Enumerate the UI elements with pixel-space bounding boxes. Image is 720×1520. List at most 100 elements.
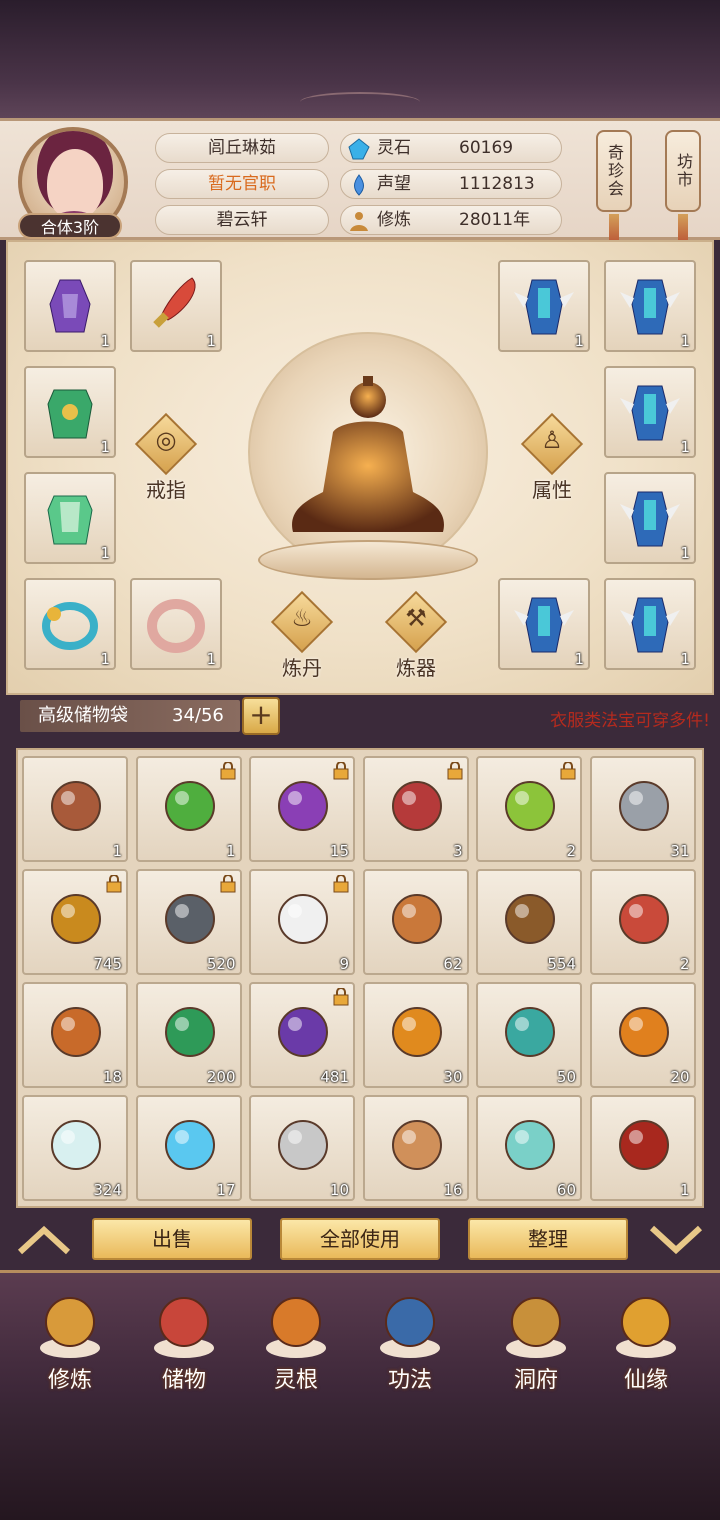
- gold-ring-icon: [42, 602, 98, 650]
- equip-slot-robe[interactable]: 1: [604, 472, 696, 564]
- forge-button[interactable]: ⚒: [384, 590, 448, 654]
- inventory-slot[interactable]: 20: [589, 982, 696, 1088]
- equip-slot-ring[interactable]: 1: [24, 578, 116, 670]
- inventory-grid: 1 1 15 3 2 31 745 520 9 62 554 2 18 200 481 30 50 20 324 17…: [16, 748, 704, 1208]
- inventory-slot[interactable]: 324: [22, 1095, 128, 1201]
- expand-storage-button[interactable]: +: [242, 697, 280, 735]
- storage-title: 高级储物袋: [38, 705, 128, 726]
- item-count: 1: [680, 438, 690, 456]
- white-vase-icon: [51, 1120, 101, 1170]
- nav-item[interactable]: 修炼: [20, 1290, 120, 1400]
- orange-gourd-icon: [618, 1007, 669, 1057]
- equip-slot-robe[interactable]: 1: [24, 260, 116, 352]
- inventory-slot[interactable]: 745: [22, 869, 128, 975]
- item-count: 2: [679, 955, 690, 973]
- equip-slot-robe[interactable]: 1: [498, 260, 590, 352]
- attribute-button[interactable]: ♙: [520, 412, 584, 476]
- item-count: 17: [216, 1181, 236, 1199]
- inventory-slot[interactable]: 2: [589, 869, 696, 975]
- red-sword-icon: [153, 277, 196, 328]
- nav-item[interactable]: 洞府: [486, 1290, 586, 1400]
- equip-slot-ring[interactable]: 1: [130, 578, 222, 670]
- alchemy-label: 炼丹: [282, 656, 322, 680]
- jade-gourd-icon: [505, 1007, 555, 1057]
- cultivation-icon: [350, 212, 368, 231]
- rank-badge: 合体3阶: [18, 213, 122, 239]
- lock-icon: [220, 875, 235, 893]
- treasure-shop-button[interactable]: 奇珍会: [596, 130, 632, 212]
- gem-ring-icon: [391, 1120, 442, 1170]
- cave-nav-icon: [506, 1297, 566, 1358]
- equip-slot-robe[interactable]: 1: [498, 578, 590, 670]
- item-count: 1: [680, 650, 690, 668]
- scroll-up-icon[interactable]: [14, 1222, 74, 1258]
- item-count: 1: [112, 842, 122, 860]
- inventory-slot[interactable]: 200: [135, 982, 242, 1088]
- inventory-slot[interactable]: 1: [589, 1095, 696, 1201]
- ring-button[interactable]: ◎: [134, 412, 198, 476]
- ring-icon: ◎: [155, 426, 177, 454]
- item-count: 9: [339, 955, 349, 973]
- use-all-button[interactable]: 全部使用: [280, 1218, 440, 1260]
- inventory-slot[interactable]: 481: [249, 982, 355, 1088]
- nav-item[interactable]: 灵根: [246, 1290, 346, 1400]
- book-nav-icon: [380, 1297, 440, 1358]
- equip-slot-robe[interactable]: 1: [604, 260, 696, 352]
- item-count: 1: [100, 438, 110, 456]
- winged-robe-icon: [620, 597, 680, 653]
- inventory-slot[interactable]: 60: [476, 1095, 582, 1201]
- item-count: 50: [556, 1068, 576, 1086]
- emerald-crystal-icon: [164, 1007, 215, 1057]
- stat-value: 1112813: [459, 174, 535, 194]
- stat-label: 灵石: [377, 138, 411, 158]
- sell-button[interactable]: 出售: [92, 1218, 252, 1260]
- inventory-slot[interactable]: 1: [135, 756, 242, 862]
- nav-item[interactable]: 储物: [134, 1290, 234, 1400]
- item-count: 1: [100, 544, 110, 562]
- scroll-down-icon[interactable]: [646, 1222, 706, 1258]
- equip-slot-robe[interactable]: 1: [604, 578, 696, 670]
- inventory-slot[interactable]: 16: [362, 1095, 469, 1201]
- inventory-slot[interactable]: 17: [135, 1095, 242, 1201]
- nav-item[interactable]: 功法: [360, 1290, 460, 1400]
- inventory-slot[interactable]: 2: [476, 756, 582, 862]
- inventory-slot[interactable]: 1: [22, 756, 128, 862]
- inventory-slot[interactable]: 30: [362, 982, 469, 1088]
- silver-crystal-icon: [618, 781, 669, 831]
- inventory-slot[interactable]: 18: [22, 982, 128, 1088]
- alchemy-button[interactable]: ♨: [270, 590, 334, 654]
- winged-robe-icon: [620, 279, 680, 335]
- nav-item[interactable]: 仙缘: [596, 1290, 696, 1400]
- inventory-slot[interactable]: 520: [135, 869, 242, 975]
- item-count: 1: [225, 842, 236, 860]
- stat-label: 声望: [377, 174, 411, 194]
- jade-bottle-icon: [505, 1120, 555, 1170]
- inventory-slot[interactable]: 10: [249, 1095, 355, 1201]
- inventory-slot[interactable]: 50: [476, 982, 582, 1088]
- item-count: 2: [566, 842, 576, 860]
- item-count: 1: [680, 332, 690, 350]
- lock-icon: [333, 988, 349, 1006]
- equip-slot-armor[interactable]: 1: [24, 472, 116, 564]
- inventory-slot[interactable]: 62: [362, 869, 469, 975]
- inventory-slot[interactable]: 15: [249, 756, 355, 862]
- silver-ring-icon: [147, 599, 205, 653]
- equip-slot-robe[interactable]: 1: [604, 366, 696, 458]
- equip-slot-weapon[interactable]: 1: [130, 260, 222, 352]
- purple-berries-icon: [278, 1007, 328, 1057]
- inventory-slot[interactable]: 9: [249, 869, 355, 975]
- inventory-slot[interactable]: 31: [589, 756, 696, 862]
- top-ornament: [300, 92, 420, 112]
- attribute-label: 属性: [532, 478, 572, 502]
- inventory-slot[interactable]: 554: [476, 869, 582, 975]
- fate-nav-icon: [616, 1297, 676, 1358]
- sort-button[interactable]: 整理: [468, 1218, 628, 1260]
- nav-label: 功法: [387, 1368, 432, 1393]
- nav-label: 储物: [161, 1368, 206, 1393]
- top-band: [0, 0, 720, 118]
- item-count: 3: [452, 842, 463, 860]
- inventory-slot[interactable]: 3: [362, 756, 469, 862]
- market-button[interactable]: 坊市: [665, 130, 701, 212]
- item-count: 481: [320, 1068, 349, 1086]
- equip-slot-armor[interactable]: 1: [24, 366, 116, 458]
